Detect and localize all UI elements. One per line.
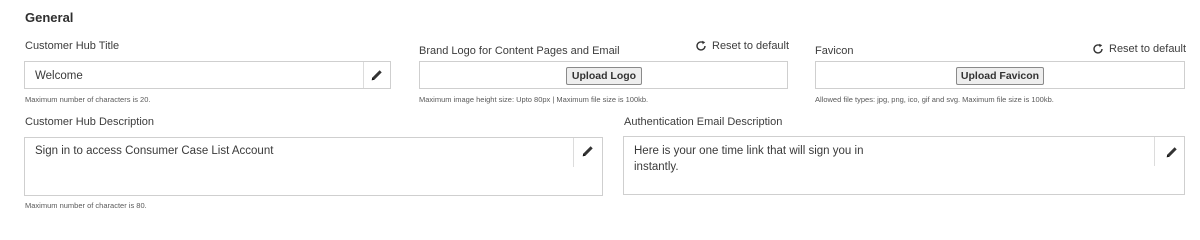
upload-favicon-button[interactable]: Upload Favicon: [956, 67, 1044, 85]
hub-title-hint: Maximum number of characters is 20.: [25, 95, 151, 104]
pencil-icon[interactable]: [1165, 145, 1179, 159]
brand-logo-hint: Maximum image height size: Upto 80px | M…: [419, 95, 649, 104]
auth-email-field[interactable]: Here is your one time link that will sig…: [623, 136, 1185, 195]
hub-description-hint: Maximum number of character is 80.: [25, 201, 147, 210]
upload-logo-button[interactable]: Upload Logo: [566, 67, 642, 85]
favicon-hint: Allowed file types: jpg, png, ico, gif a…: [815, 95, 1054, 104]
favicon-reset-label: Reset to default: [1109, 43, 1187, 55]
auth-email-line-1: Here is your one time link that will sig…: [634, 145, 864, 157]
refresh-icon: [696, 40, 706, 51]
hub-description-value: Sign in to access Consumer Case List Acc…: [35, 145, 274, 157]
divider: [573, 138, 574, 167]
hub-title-label: Customer Hub Title: [25, 40, 120, 52]
refresh-icon: [1093, 43, 1103, 54]
hub-title-value: Welcome: [35, 70, 83, 82]
divider: [1154, 137, 1155, 166]
brand-logo-reset-button[interactable]: Reset to default: [695, 40, 789, 52]
section-title: General: [25, 10, 74, 25]
auth-email-value: Here is your one time link that will sig…: [634, 143, 863, 175]
brand-logo-dropzone: Upload Logo: [419, 61, 788, 89]
favicon-reset-button[interactable]: Reset to default: [1092, 43, 1186, 55]
pencil-icon[interactable]: [370, 68, 384, 82]
divider: [363, 62, 364, 88]
auth-email-line-2: instantly.: [634, 161, 679, 173]
hub-title-field[interactable]: Welcome: [24, 61, 391, 89]
brand-logo-label: Brand Logo for Content Pages and Email: [419, 45, 620, 57]
hub-description-label: Customer Hub Description: [25, 116, 154, 128]
hub-description-field[interactable]: Sign in to access Consumer Case List Acc…: [24, 137, 603, 196]
auth-email-label: Authentication Email Description: [624, 116, 783, 128]
favicon-dropzone: Upload Favicon: [815, 61, 1185, 89]
brand-logo-reset-label: Reset to default: [712, 40, 790, 52]
favicon-label: Favicon: [815, 45, 854, 57]
pencil-icon[interactable]: [581, 144, 595, 158]
